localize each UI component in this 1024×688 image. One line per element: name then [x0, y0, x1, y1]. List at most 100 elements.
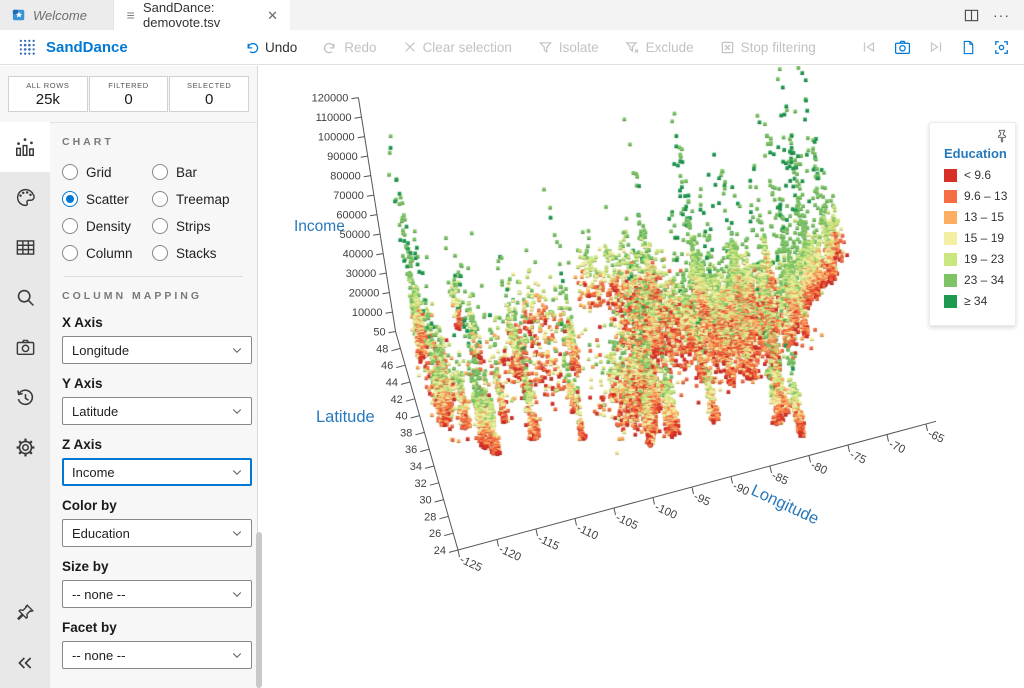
- isolate-button[interactable]: Isolate: [538, 40, 599, 55]
- facet-by-dropdown[interactable]: -- none --: [62, 641, 252, 669]
- y-axis-dropdown[interactable]: Latitude: [62, 397, 252, 425]
- collapse-double-chevron-icon: [15, 653, 35, 673]
- close-icon[interactable]: ✕: [267, 9, 278, 22]
- x-axis-label: X Axis: [62, 315, 245, 330]
- sanddance-logo-icon: [18, 38, 37, 57]
- more-actions-icon[interactable]: ···: [993, 7, 1010, 23]
- radio-icon: [152, 164, 168, 180]
- rail-settings-button[interactable]: [0, 422, 50, 472]
- chart-type-column[interactable]: Column: [62, 245, 152, 261]
- size-by-group: Size by -- none --: [62, 559, 245, 608]
- color-by-label: Color by: [62, 498, 245, 513]
- stat-value: 0: [124, 91, 132, 108]
- rail-color-button[interactable]: [0, 172, 50, 222]
- legend-swatch: [944, 169, 957, 182]
- radio-icon: [62, 218, 78, 234]
- section-divider: [64, 276, 243, 277]
- rail-history-button[interactable]: [0, 372, 50, 422]
- legend-row[interactable]: 19 – 23: [944, 252, 1009, 266]
- stat-label: FILTERED: [108, 81, 149, 90]
- color-by-dropdown[interactable]: Education: [62, 519, 252, 547]
- rail-data-button[interactable]: [0, 222, 50, 272]
- editor-tab-strip: Welcome SandDance: demovote.tsv ✕ ···: [0, 0, 1024, 30]
- app-title: SandDance: [46, 39, 128, 56]
- legend-swatch: [944, 190, 957, 203]
- stop-filtering-label: Stop filtering: [741, 40, 816, 55]
- radio-icon: [152, 245, 168, 261]
- rail-pin-button[interactable]: [0, 588, 50, 638]
- radio-label: Density: [86, 219, 131, 234]
- legend-row[interactable]: 15 – 19: [944, 231, 1009, 245]
- legend-swatch: [944, 274, 957, 287]
- legend-label: 15 – 19: [964, 231, 1004, 245]
- chart-type-bar[interactable]: Bar: [152, 164, 242, 180]
- legend-label: 13 – 15: [964, 210, 1004, 224]
- dropdown-value: Income: [72, 465, 231, 480]
- previous-snapshot-icon[interactable]: [861, 39, 877, 55]
- redo-button[interactable]: Redo: [323, 40, 376, 55]
- legend-pin-icon[interactable]: [995, 129, 1009, 143]
- icon-rail: [0, 122, 50, 688]
- fly-mode-icon[interactable]: [993, 39, 1010, 56]
- chart-type-strips[interactable]: Strips: [152, 218, 242, 234]
- legend-label: < 9.6: [964, 168, 991, 182]
- chart-type-density[interactable]: Density: [62, 218, 152, 234]
- sidebar-scrollbar[interactable]: [256, 532, 262, 688]
- x-axis-dropdown[interactable]: Longitude: [62, 336, 252, 364]
- chart-type-grid[interactable]: Grid: [62, 164, 152, 180]
- tab-welcome[interactable]: Welcome: [0, 0, 114, 30]
- legend-row[interactable]: < 9.6: [944, 168, 1009, 182]
- radio-label: Strips: [176, 219, 211, 234]
- legend-row[interactable]: ≥ 34: [944, 294, 1009, 308]
- search-icon: [15, 287, 36, 308]
- chart-type-scatter[interactable]: Scatter: [62, 191, 152, 207]
- radio-icon: [62, 164, 78, 180]
- scatter-points-canvas[interactable]: [258, 66, 1024, 688]
- legend-panel: Education < 9.69.6 – 1313 – 1515 – 1919 …: [929, 122, 1016, 326]
- legend-row[interactable]: 23 – 34: [944, 273, 1009, 287]
- radio-label: Bar: [176, 165, 197, 180]
- rail-collapse-button[interactable]: [0, 638, 50, 688]
- rail-chart-button[interactable]: [0, 122, 50, 172]
- chart-type-treemap[interactable]: Treemap: [152, 191, 242, 207]
- y-axis-label: Y Axis: [62, 376, 245, 391]
- settings-gear-icon: [15, 437, 36, 458]
- radio-label: Treemap: [176, 192, 230, 207]
- legend-label: 19 – 23: [964, 252, 1004, 266]
- new-file-icon[interactable]: [961, 40, 976, 55]
- tab-sanddance-demovote[interactable]: SandDance: demovote.tsv ✕: [114, 0, 290, 30]
- legend-row[interactable]: 9.6 – 13: [944, 189, 1009, 203]
- column-mapping-title: COLUMN MAPPING: [62, 290, 245, 302]
- undo-label: Undo: [265, 40, 297, 55]
- redo-icon: [323, 40, 338, 55]
- scatter-3d-chart[interactable]: 5010000200003000040000500006000070000800…: [258, 66, 1024, 688]
- legend-label: 23 – 34: [964, 273, 1004, 287]
- undo-button[interactable]: Undo: [244, 40, 297, 55]
- exclude-button[interactable]: Exclude: [625, 40, 694, 55]
- z-axis-dropdown[interactable]: Income: [62, 458, 252, 486]
- rail-search-button[interactable]: [0, 272, 50, 322]
- radio-label: Stacks: [176, 246, 217, 261]
- dropdown-value: -- none --: [72, 648, 231, 663]
- dropdown-value: Education: [72, 526, 231, 541]
- radio-icon: [62, 191, 78, 207]
- radio-label: Grid: [86, 165, 112, 180]
- chevron-down-icon: [231, 649, 243, 661]
- stop-filtering-button[interactable]: Stop filtering: [720, 40, 816, 55]
- chart-type-stacks[interactable]: Stacks: [152, 245, 242, 261]
- clear-selection-button[interactable]: Clear selection: [403, 40, 512, 55]
- legend-label: ≥ 34: [964, 294, 987, 308]
- next-snapshot-icon[interactable]: [928, 39, 944, 55]
- size-by-dropdown[interactable]: -- none --: [62, 580, 252, 608]
- radio-icon: [62, 245, 78, 261]
- chevron-down-icon: [231, 466, 243, 478]
- radio-icon: [152, 218, 168, 234]
- legend-label: 9.6 – 13: [964, 189, 1007, 203]
- history-icon: [15, 387, 36, 408]
- snapshots-camera-icon: [15, 337, 36, 358]
- camera-snapshot-icon[interactable]: [894, 39, 911, 56]
- legend-row[interactable]: 13 – 15: [944, 210, 1009, 224]
- exclude-label: Exclude: [646, 40, 694, 55]
- rail-snapshots-button[interactable]: [0, 322, 50, 372]
- split-editor-icon[interactable]: [964, 8, 979, 23]
